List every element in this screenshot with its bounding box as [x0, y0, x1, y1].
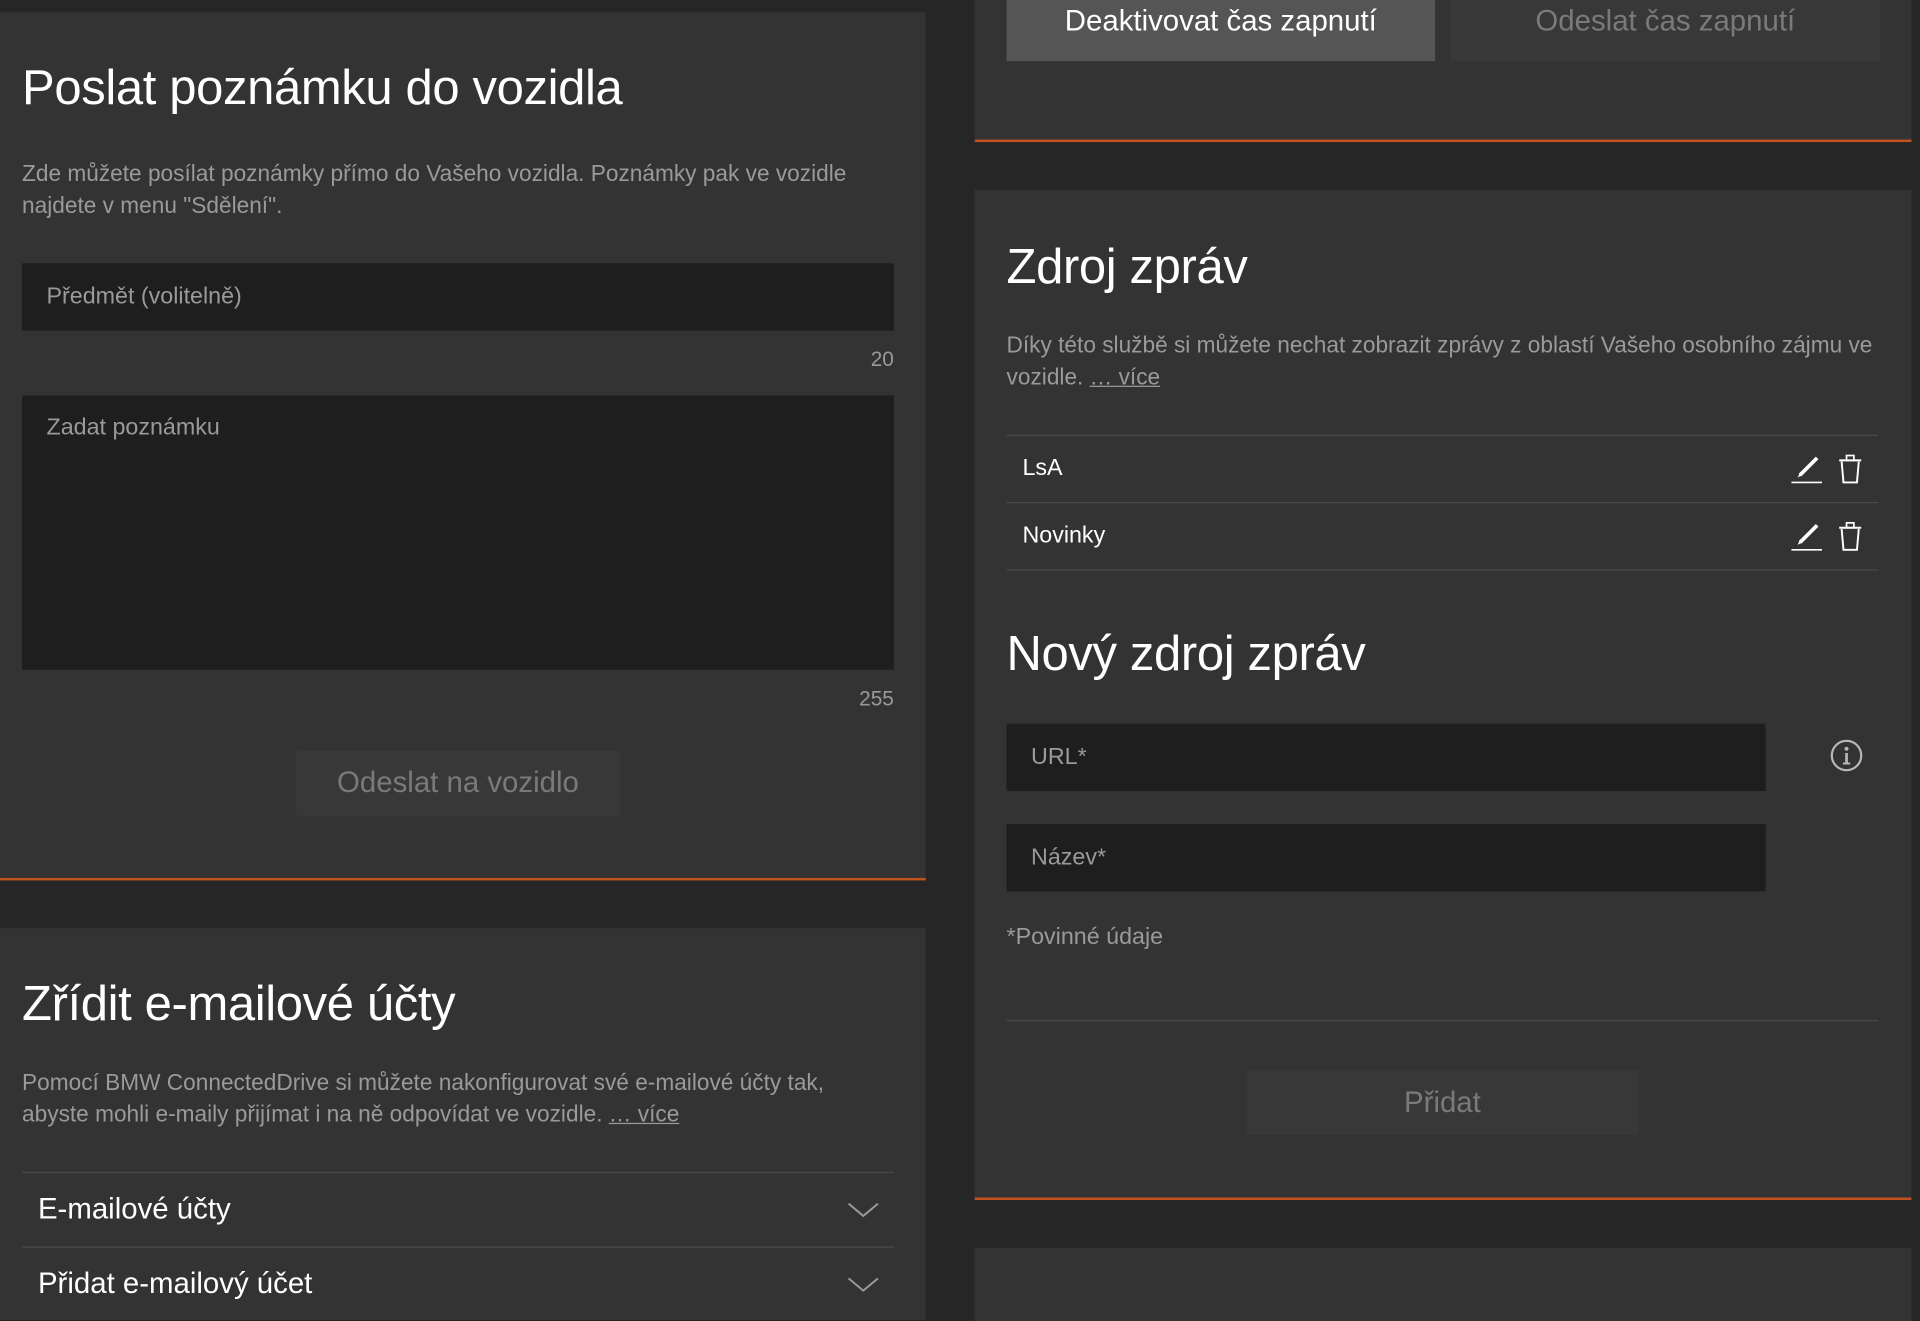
news-source-label: Novinky: [1022, 522, 1106, 549]
news-source-row: Novinky: [1006, 503, 1879, 571]
note-body-textarea[interactable]: [22, 395, 894, 670]
next-card: [974, 1247, 1912, 1321]
note-subject-input[interactable]: [22, 263, 894, 331]
trash-icon[interactable]: [1837, 453, 1869, 485]
trash-icon[interactable]: [1837, 520, 1869, 552]
row-actions: [1790, 453, 1868, 485]
new-news-source-title: Nový zdroj zpráv: [1006, 626, 1366, 681]
news-source-description: Díky této službě si můžete nechat zobraz…: [1007, 329, 1879, 393]
add-news-source-button[interactable]: Přidat: [1246, 1070, 1639, 1136]
accordion-email-accounts[interactable]: E-mailové účty: [22, 1171, 894, 1247]
send-note-description: Zde můžete posílat poznámky přímo do Vaš…: [22, 160, 847, 218]
info-icon[interactable]: [1829, 738, 1863, 772]
body-char-counter: 255: [859, 686, 894, 711]
email-more-link[interactable]: … více: [609, 1101, 680, 1127]
news-more-link[interactable]: … více: [1090, 364, 1161, 390]
send-timer-button[interactable]: Odeslat čas zapnutí: [1451, 0, 1880, 62]
edit-pencil-icon[interactable]: [1790, 520, 1823, 552]
form-divider: [1006, 1020, 1879, 1022]
news-url-input[interactable]: [1006, 723, 1766, 792]
email-accounts-description: Pomocí BMW ConnectedDrive si můžete nako…: [22, 1067, 894, 1131]
chevron-down-icon: [847, 1275, 879, 1295]
email-accounts-title: Zřídit e-mailové účty: [22, 977, 456, 1032]
subject-char-counter: 20: [870, 347, 894, 372]
email-description-text: Pomocí BMW ConnectedDrive si můžete nako…: [22, 1068, 825, 1127]
news-source-label: LsA: [1022, 455, 1063, 482]
news-source-row: LsA: [1006, 436, 1879, 504]
news-source-title: Zdroj zpráv: [1006, 240, 1248, 294]
accordion-add-email-account[interactable]: Přidat e-mailový účet: [22, 1246, 894, 1321]
accordion-label: Přidat e-mailový účet: [37, 1267, 313, 1301]
send-to-vehicle-button[interactable]: Odeslat na vozidlo: [296, 750, 620, 816]
send-note-title: Poslat poznámku do vozidla: [22, 61, 623, 116]
page-canvas: Poslat poznámku do vozidla Zde můžete po…: [0, 0, 1920, 1321]
accordion-label: E-mailové účty: [37, 1192, 231, 1226]
deactivate-timer-button[interactable]: Deaktivovat čas zapnutí: [1006, 0, 1436, 62]
news-name-input[interactable]: [1006, 824, 1766, 892]
edit-pencil-icon[interactable]: [1790, 453, 1823, 485]
row-actions: [1790, 520, 1868, 552]
required-fields-note: *Povinné údaje: [1006, 924, 1164, 951]
chevron-down-icon: [847, 1200, 879, 1220]
